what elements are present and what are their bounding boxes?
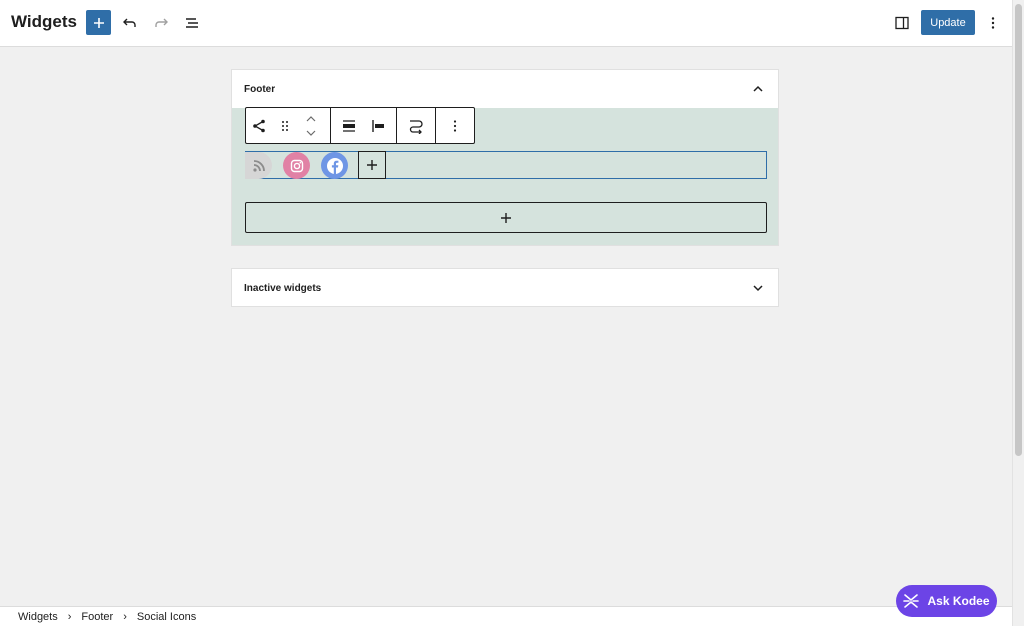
kodee-logo-icon: [903, 594, 920, 608]
justify-left-icon: [372, 119, 384, 132]
block-inserter-button[interactable]: [86, 10, 111, 35]
undo-button[interactable]: [119, 12, 141, 34]
widget-area-footer: Footer: [231, 69, 779, 246]
add-block-button[interactable]: [245, 202, 767, 233]
more-vertical-icon: [991, 17, 995, 29]
editor-header: Widgets Update: [0, 0, 1012, 47]
chevron-up-icon[interactable]: [752, 83, 764, 95]
social-link-facebook[interactable]: [321, 152, 348, 179]
more-vertical-icon: [453, 119, 457, 132]
widget-area-inactive[interactable]: Inactive widgets: [231, 268, 779, 307]
rss-icon: [252, 159, 265, 172]
chevron-right-icon: ›: [123, 610, 127, 623]
chevron-down-icon[interactable]: [752, 282, 764, 294]
footer-area-header[interactable]: Footer: [232, 70, 778, 108]
breadcrumb: Widgets › Footer › Social Icons: [0, 606, 1012, 626]
chevron-right-icon: ›: [67, 610, 72, 623]
breadcrumb-item-footer[interactable]: Footer: [81, 611, 113, 623]
scrollbar-thumb[interactable]: [1015, 4, 1022, 456]
social-link-rss[interactable]: [245, 152, 272, 179]
instagram-icon: [290, 159, 303, 172]
plus-icon: [367, 160, 377, 170]
ask-kodee-label: Ask Kodee: [927, 594, 990, 608]
breadcrumb-item-widgets[interactable]: Widgets: [18, 611, 58, 623]
chevron-down-icon[interactable]: [306, 130, 316, 136]
page-title: Widgets: [11, 12, 77, 31]
move-buttons[interactable]: [298, 108, 324, 143]
wrap-button[interactable]: [403, 108, 429, 143]
ask-kodee-button[interactable]: Ask Kodee: [896, 585, 997, 617]
justify-button[interactable]: [365, 108, 391, 143]
add-social-link-button[interactable]: [358, 151, 386, 179]
plus-icon: [501, 212, 511, 223]
social-link-instagram[interactable]: [283, 152, 310, 179]
settings-sidebar-button[interactable]: [891, 12, 913, 34]
align-button[interactable]: [336, 108, 362, 143]
footer-area-title: Footer: [244, 83, 276, 95]
facebook-icon: [326, 157, 343, 174]
block-toolbar: [245, 107, 475, 144]
footer-area-content: [232, 107, 778, 245]
wrap-icon: [409, 119, 423, 134]
inactive-area-header[interactable]: Inactive widgets: [232, 269, 778, 307]
inactive-area-title: Inactive widgets: [244, 282, 322, 294]
drag-handle-icon: [282, 120, 288, 131]
options-menu-button[interactable]: [982, 12, 1004, 34]
sidebar-toggle-icon: [895, 16, 909, 30]
list-view-icon: [186, 18, 198, 28]
drag-handle[interactable]: [272, 108, 298, 143]
block-options-button[interactable]: [442, 108, 468, 143]
chevron-up-icon[interactable]: [306, 115, 316, 122]
plus-icon: [93, 17, 104, 28]
breadcrumb-item-social-icons[interactable]: Social Icons: [137, 611, 196, 623]
list-view-button[interactable]: [181, 12, 203, 34]
align-wide-icon: [343, 119, 356, 132]
redo-icon: [155, 18, 168, 27]
social-icons-block[interactable]: [245, 151, 767, 179]
scrollbar[interactable]: [1012, 0, 1024, 626]
redo-button[interactable]: [150, 12, 172, 34]
undo-icon: [123, 18, 136, 27]
block-type-button[interactable]: [246, 108, 272, 143]
share-icon: [253, 119, 265, 132]
update-button[interactable]: Update: [921, 10, 975, 35]
